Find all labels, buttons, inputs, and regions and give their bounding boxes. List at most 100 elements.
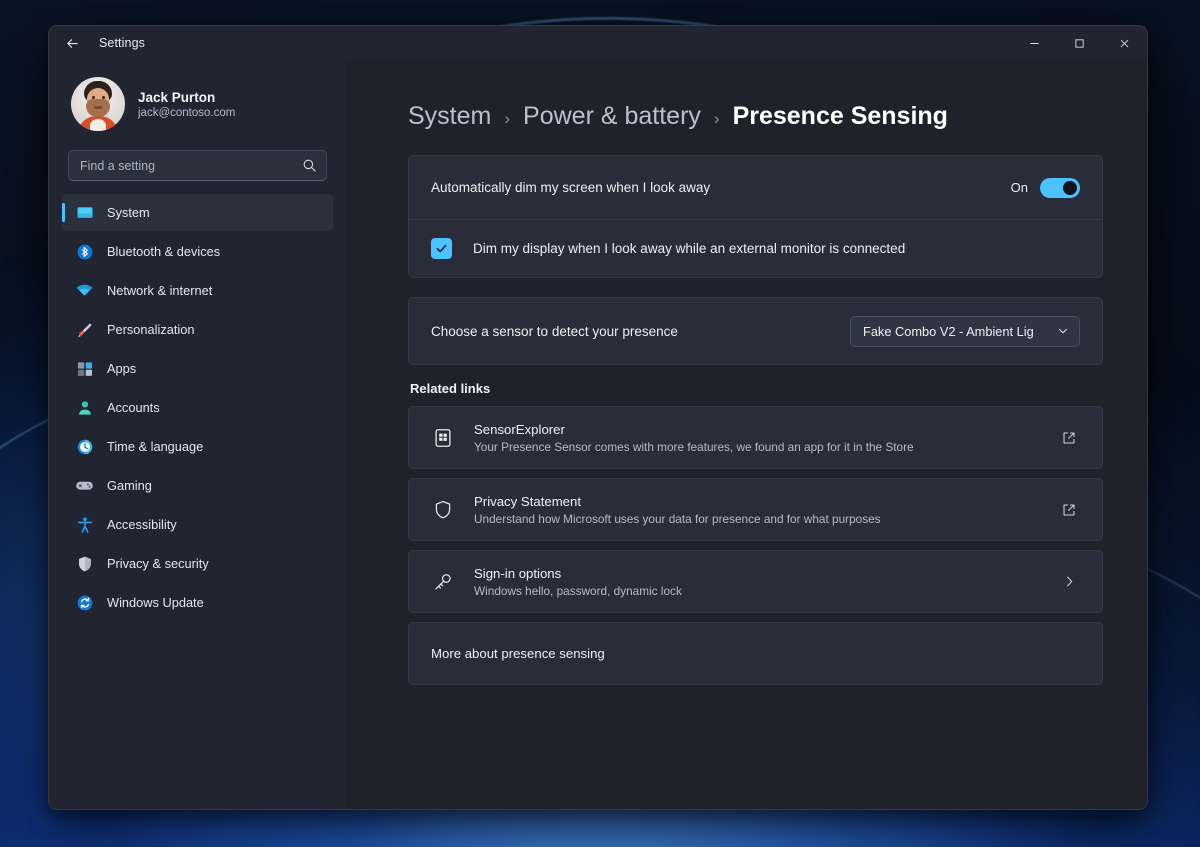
dim-setting-label: Automatically dim my screen when I look …	[431, 180, 710, 195]
page-title: Presence Sensing	[733, 102, 948, 131]
monitor-icon	[75, 203, 94, 222]
clock-icon	[75, 437, 94, 456]
sidebar-item-label: Gaming	[107, 478, 152, 493]
external-monitor-label: Dim my display when I look away while an…	[473, 241, 905, 256]
checkmark-icon	[435, 242, 448, 255]
sensor-row: Choose a sensor to detect your presence …	[409, 298, 1102, 364]
related-link-title: Privacy Statement	[474, 494, 881, 509]
close-icon	[1119, 38, 1130, 49]
sensor-card: Choose a sensor to detect your presence …	[408, 297, 1103, 365]
sidebar-item-privacy-security[interactable]: Privacy & security	[62, 545, 333, 582]
minimize-icon	[1029, 38, 1040, 49]
sidebar-item-label: Privacy & security	[107, 556, 209, 571]
sidebar-item-network-internet[interactable]: Network & internet	[62, 272, 333, 309]
account-block[interactable]: Jack Purton jack@contoso.com	[62, 60, 333, 138]
minimize-button[interactable]	[1012, 26, 1057, 60]
sidebar-item-label: Apps	[107, 361, 136, 376]
more-about-presence-sensing-card[interactable]: More about presence sensing	[408, 622, 1103, 685]
sidebar-item-label: Bluetooth & devices	[107, 244, 220, 259]
person-icon	[75, 398, 94, 417]
close-button[interactable]	[1102, 26, 1147, 60]
search-box[interactable]	[68, 150, 327, 181]
sensor-dropdown[interactable]: Fake Combo V2 - Ambient Lig	[850, 316, 1080, 347]
sidebar-item-apps[interactable]: Apps	[62, 350, 333, 387]
related-link-title: SensorExplorer	[474, 422, 914, 437]
related-link-sensorexplorer[interactable]: SensorExplorer Your Presence Sensor come…	[408, 406, 1103, 469]
sidebar-item-bluetooth-devices[interactable]: Bluetooth & devices	[62, 233, 333, 270]
maximize-icon	[1074, 38, 1085, 49]
sidebar-item-label: Network & internet	[107, 283, 212, 298]
account-name: Jack Purton	[138, 90, 235, 105]
external-monitor-checkbox[interactable]	[431, 238, 452, 259]
sidebar-item-system[interactable]: System	[62, 194, 333, 231]
sidebar-item-windows-update[interactable]: Windows Update	[62, 584, 333, 621]
window-title: Settings	[99, 36, 145, 50]
toggle-knob	[1063, 181, 1077, 195]
related-link-text: Privacy Statement Understand how Microso…	[474, 494, 881, 526]
maximize-button[interactable]	[1057, 26, 1102, 60]
account-text: Jack Purton jack@contoso.com	[138, 90, 235, 119]
dim-settings-card: Automatically dim my screen when I look …	[408, 155, 1103, 278]
dim-toggle-area: On	[1011, 178, 1080, 198]
sidebar-item-label: Time & language	[107, 439, 203, 454]
shield-icon	[75, 554, 94, 573]
external-link-icon[interactable]	[1056, 497, 1082, 523]
related-link-text: SensorExplorer Your Presence Sensor come…	[474, 422, 914, 454]
sidebar-nav: System Bluetooth & devices	[62, 194, 333, 621]
settings-window: Settings	[48, 25, 1148, 810]
title-bar: Settings	[49, 26, 1147, 60]
breadcrumb-item-power-battery[interactable]: Power & battery	[523, 102, 701, 131]
sidebar-item-label: Windows Update	[107, 595, 204, 610]
wifi-icon	[75, 281, 94, 300]
back-button[interactable]	[55, 28, 89, 58]
external-link-icon[interactable]	[1056, 425, 1082, 451]
bluetooth-icon	[75, 242, 94, 261]
search-icon[interactable]	[302, 158, 317, 173]
related-link-privacy-statement[interactable]: Privacy Statement Understand how Microso…	[408, 478, 1103, 541]
avatar	[71, 77, 125, 131]
sidebar-item-accessibility[interactable]: Accessibility	[62, 506, 333, 543]
related-link-title: Sign-in options	[474, 566, 682, 581]
window-controls	[1012, 26, 1147, 60]
shield-outline-icon	[431, 498, 455, 522]
dim-toggle[interactable]	[1040, 178, 1080, 198]
dim-toggle-state: On	[1011, 180, 1028, 195]
related-links-title: Related links	[410, 381, 1103, 396]
related-link-subtitle: Windows hello, password, dynamic lock	[474, 584, 682, 598]
apps-icon	[75, 359, 94, 378]
store-app-icon	[431, 426, 455, 450]
breadcrumb-item-system[interactable]: System	[408, 102, 491, 131]
sidebar-item-label: Accounts	[107, 400, 160, 415]
sidebar: Jack Purton jack@contoso.com	[49, 60, 346, 809]
related-link-subtitle: Understand how Microsoft uses your data …	[474, 512, 881, 526]
breadcrumb-separator: ›	[504, 109, 510, 129]
sensor-dropdown-value: Fake Combo V2 - Ambient Lig	[863, 324, 1051, 339]
dim-setting-row[interactable]: Automatically dim my screen when I look …	[409, 156, 1102, 219]
sensor-label: Choose a sensor to detect your presence	[431, 324, 678, 339]
sidebar-item-label: Accessibility	[107, 517, 177, 532]
breadcrumb: System › Power & battery › Presence Sens…	[408, 102, 1103, 131]
account-email: jack@contoso.com	[138, 107, 235, 119]
key-icon	[431, 570, 455, 594]
update-icon	[75, 593, 94, 612]
search-input[interactable]	[80, 159, 302, 173]
sidebar-item-label: Personalization	[107, 322, 195, 337]
window-body: Jack Purton jack@contoso.com	[49, 60, 1147, 809]
paintbrush-icon	[75, 320, 94, 339]
chevron-right-icon[interactable]	[1056, 569, 1082, 595]
related-link-subtitle: Your Presence Sensor comes with more fea…	[474, 440, 914, 454]
related-link-text: Sign-in options Windows hello, password,…	[474, 566, 682, 598]
back-arrow-icon	[65, 36, 80, 51]
related-link-signin-options[interactable]: Sign-in options Windows hello, password,…	[408, 550, 1103, 613]
sidebar-item-label: System	[107, 205, 150, 220]
breadcrumb-separator: ›	[714, 109, 720, 129]
sidebar-item-time-language[interactable]: Time & language	[62, 428, 333, 465]
sidebar-item-gaming[interactable]: Gaming	[62, 467, 333, 504]
more-about-label: More about presence sensing	[431, 646, 605, 661]
sidebar-item-personalization[interactable]: Personalization	[62, 311, 333, 348]
accessibility-icon	[75, 515, 94, 534]
sidebar-item-accounts[interactable]: Accounts	[62, 389, 333, 426]
main-content: System › Power & battery › Presence Sens…	[346, 60, 1147, 809]
external-monitor-row[interactable]: Dim my display when I look away while an…	[409, 219, 1102, 277]
gamepad-icon	[75, 476, 94, 495]
